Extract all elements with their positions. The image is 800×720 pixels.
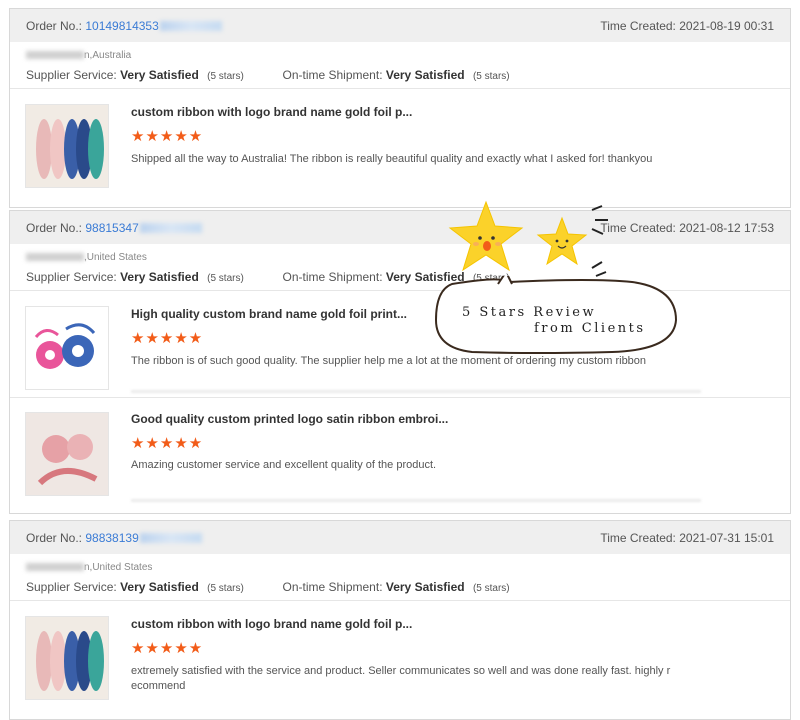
ribbon-rolls-icon — [26, 105, 108, 187]
supplier-service-stars: (5 stars) — [207, 273, 244, 284]
supplier-service-value: Very Satisfied — [120, 68, 199, 82]
supplier-service-value: Very Satisfied — [120, 580, 199, 594]
star-mascots-icon — [448, 200, 608, 277]
product-review: custom ribbon with logo brand name gold … — [10, 601, 790, 700]
shipment-label: On-time Shipment: — [282, 580, 383, 594]
rating-summary: Supplier Service: Very Satisfied (5 star… — [26, 68, 774, 82]
order-number-link[interactable]: 98815347 — [85, 221, 138, 235]
product-thumbnail[interactable] — [25, 616, 109, 700]
buyer-country-text: n,Australia — [84, 50, 132, 61]
supplier-service-value: Very Satisfied — [120, 270, 199, 284]
order-number-link[interactable]: 98838139 — [85, 531, 138, 545]
ribbon-rolls-icon — [26, 617, 108, 699]
divider — [131, 390, 701, 393]
product-title[interactable]: custom ribbon with logo brand name gold … — [131, 105, 412, 119]
buyer-country: ,United States — [26, 252, 774, 266]
order-header: Order No.: 10149814353 Time Created: 202… — [10, 9, 790, 42]
review-comment: Amazing customer service and excellent q… — [131, 459, 437, 471]
order-card: Order No.: 10149814353 Time Created: 202… — [9, 8, 791, 208]
order-card: Order No.: 98815347 Time Created: 2021-0… — [9, 210, 791, 514]
shipment-label: On-time Shipment: — [282, 68, 383, 82]
redacted-blur — [139, 223, 202, 234]
product-title[interactable]: High quality custom brand name gold foil… — [131, 307, 407, 321]
product-thumbnail[interactable] — [25, 412, 109, 496]
time-created-label: Time Created: — [600, 530, 676, 545]
buyer-country: n,United States — [26, 562, 774, 576]
time-created-label: Time Created: — [600, 18, 676, 33]
time-created-value: 2021-08-19 00:31 — [679, 18, 774, 33]
supplier-service-label: Supplier Service: — [26, 68, 117, 82]
shipment-value: Very Satisfied — [385, 68, 465, 82]
shipment-stars: (5 stars) — [472, 583, 510, 594]
divider — [131, 499, 701, 502]
product-thumbnail[interactable] — [25, 306, 109, 390]
buyer-country: n,Australia — [26, 50, 774, 64]
bubble-line-1: 5 Stars Review — [462, 305, 597, 320]
order-number-link[interactable]: 10149814353 — [85, 19, 158, 33]
time-created: Time Created: 2021-07-31 15:01 — [600, 531, 774, 545]
review-comment: extremely satisfied with the service and… — [131, 665, 671, 692]
product-title[interactable]: Good quality custom printed logo satin r… — [131, 412, 448, 426]
order-card: Order No.: 98838139 Time Created: 2021-0… — [9, 520, 791, 720]
supplier-service-label: Supplier Service: — [26, 580, 117, 594]
order-number-line: Order No.: 98838139 — [26, 531, 202, 545]
order-number-label: Order No.: — [26, 18, 83, 33]
star-rating: ★★★★★ — [131, 640, 204, 657]
review-comment: The ribbon is of such good quality. The … — [131, 355, 647, 367]
star-rating: ★★★★★ — [131, 435, 204, 452]
product-review: Good quality custom printed logo satin r… — [10, 398, 790, 508]
star-rating: ★★★★★ — [131, 128, 204, 145]
supplier-service-stars: (5 stars) — [207, 71, 244, 82]
redacted-blur — [26, 563, 84, 572]
shipment-label: On-time Shipment: — [282, 270, 383, 284]
order-header: Order No.: 98815347 Time Created: 2021-0… — [10, 211, 790, 244]
star-rating: ★★★★★ — [131, 330, 204, 347]
redacted-blur — [26, 51, 84, 60]
redacted-blur — [139, 533, 202, 544]
ribbon-spools-icon — [26, 307, 108, 389]
supplier-service-label: Supplier Service: — [26, 270, 117, 284]
bubble-caption: 5 Stars Review from Clients — [462, 305, 646, 337]
redacted-blur — [159, 21, 222, 32]
order-number-line: Order No.: 98815347 — [26, 221, 202, 235]
bubble-line-2: from Clients — [534, 321, 646, 336]
buyer-country-text: ,United States — [84, 252, 147, 263]
pink-ribbon-icon — [26, 413, 108, 495]
product-thumbnail[interactable] — [25, 104, 109, 188]
supplier-service-stars: (5 stars) — [207, 583, 244, 594]
time-created-value: 2021-08-12 17:53 — [679, 220, 774, 235]
review-comment: Shipped all the way to Australia! The ri… — [131, 153, 653, 165]
time-created: Time Created: 2021-08-19 00:31 — [600, 19, 774, 33]
redacted-blur — [26, 253, 84, 262]
order-header: Order No.: 98838139 Time Created: 2021-0… — [10, 521, 790, 554]
product-title[interactable]: custom ribbon with logo brand name gold … — [131, 617, 412, 631]
order-number-label: Order No.: — [26, 530, 83, 545]
shipment-value: Very Satisfied — [385, 580, 465, 594]
buyer-country-text: n,United States — [84, 562, 153, 573]
order-number-line: Order No.: 10149814353 — [26, 19, 222, 33]
buyer-info: n,Australia Supplier Service: Very Satis… — [10, 42, 790, 89]
product-review: custom ribbon with logo brand name gold … — [10, 89, 790, 188]
time-created-value: 2021-07-31 15:01 — [679, 530, 774, 545]
buyer-info: n,United States Supplier Service: Very S… — [10, 554, 790, 601]
shipment-stars: (5 stars) — [472, 71, 510, 82]
order-number-label: Order No.: — [26, 220, 83, 235]
rating-summary: Supplier Service: Very Satisfied (5 star… — [26, 580, 774, 594]
